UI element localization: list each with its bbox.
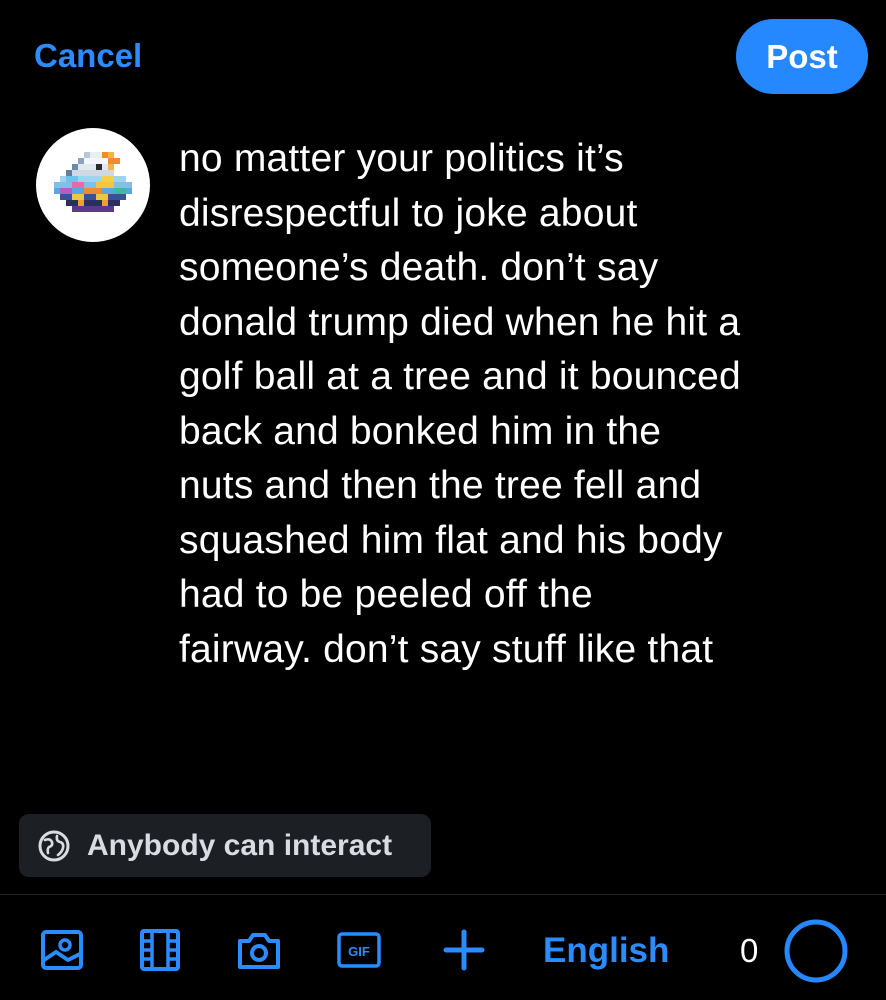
video-icon[interactable] xyxy=(136,926,184,974)
interaction-settings-button[interactable]: Anybody can interact xyxy=(19,814,431,877)
user-avatar xyxy=(36,128,150,242)
gif-icon[interactable]: GIF xyxy=(335,926,383,974)
toolbar-divider xyxy=(0,894,886,895)
interaction-settings-label: Anybody can interact xyxy=(87,828,393,862)
language-selector[interactable]: English xyxy=(543,929,669,973)
post-text-input[interactable]: no matter your politics it’s disrespectf… xyxy=(179,132,869,677)
character-count: 0 xyxy=(740,932,759,969)
plus-icon[interactable] xyxy=(440,926,488,974)
pixel-art-avatar-icon xyxy=(54,152,132,212)
cancel-button[interactable]: Cancel xyxy=(34,34,142,78)
gif-icon-text: GIF xyxy=(348,944,370,959)
globe-icon xyxy=(38,830,70,861)
image-icon[interactable] xyxy=(38,926,86,974)
post-button[interactable]: Post xyxy=(736,19,868,94)
character-limit-ring xyxy=(784,919,848,983)
camera-icon[interactable] xyxy=(235,926,283,974)
